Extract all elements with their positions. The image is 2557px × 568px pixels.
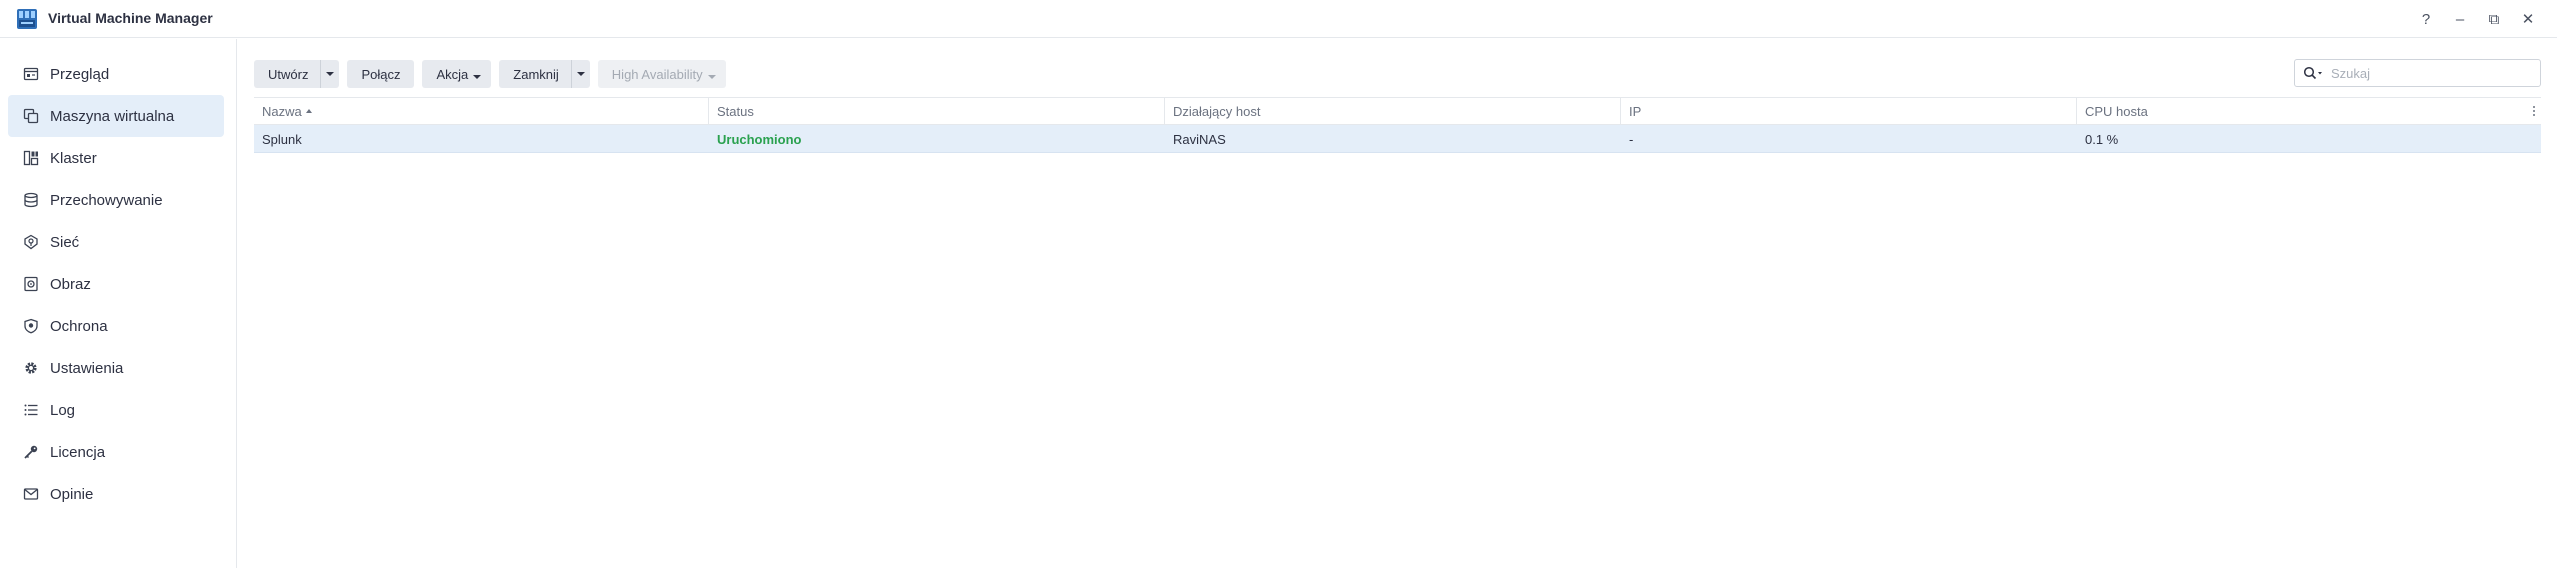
column-options-icon[interactable] <box>2527 98 2541 124</box>
mail-icon <box>22 485 40 503</box>
chevron-down-icon <box>326 72 335 76</box>
shutdown-dropdown-arrow[interactable] <box>572 60 590 88</box>
sidebar: Przegląd Maszyna wirtualna Klaster Przec… <box>0 39 237 568</box>
minimize-icon[interactable]: – <box>2449 8 2471 30</box>
sidebar-item-label: Licencja <box>50 443 106 461</box>
sidebar-item-cluster[interactable]: Klaster <box>8 137 224 179</box>
column-header-label: IP <box>1629 103 1642 119</box>
key-icon <box>22 443 40 461</box>
close-icon[interactable]: ✕ <box>2517 8 2539 30</box>
chevron-down-icon <box>707 74 716 79</box>
cell-name: Splunk <box>262 131 302 147</box>
sidebar-item-label: Obraz <box>50 275 91 293</box>
sidebar-item-protection[interactable]: Ochrona <box>8 305 224 347</box>
restore-icon[interactable]: ⧉ <box>2483 8 2505 30</box>
sidebar-item-log[interactable]: Log <box>8 389 224 431</box>
cell-cpu: 0.1 % <box>2085 131 2119 147</box>
sidebar-item-label: Przechowywanie <box>50 191 163 209</box>
cell-ip: - <box>1629 131 1634 147</box>
sidebar-item-feedback[interactable]: Opinie <box>8 473 224 515</box>
sidebar-item-label: Maszyna wirtualna <box>50 107 175 125</box>
sidebar-item-label: Sieć <box>50 233 80 251</box>
storage-icon <box>22 191 40 209</box>
shield-icon <box>22 317 40 335</box>
column-header-label: CPU hosta <box>2085 103 2148 119</box>
help-icon[interactable]: ? <box>2415 8 2437 30</box>
connect-button[interactable]: Połącz <box>347 60 415 88</box>
search-icon[interactable] <box>2295 66 2331 80</box>
table-header: Nazwa Status Działający host IP CPU host… <box>254 97 2541 125</box>
sidebar-item-label: Przegląd <box>50 65 110 83</box>
app-logo-icon <box>17 9 37 29</box>
sidebar-item-network[interactable]: Sieć <box>8 221 224 263</box>
shutdown-button[interactable]: Zamknij <box>499 60 572 88</box>
shutdown-split-button: Zamknij <box>499 60 590 88</box>
connect-button-label: Połącz <box>361 66 401 82</box>
column-header-status[interactable]: Status <box>709 98 1165 124</box>
search-box <box>2294 59 2541 87</box>
create-split-button: Utwórz <box>254 60 340 88</box>
column-header-label: Status <box>717 103 754 119</box>
vm-table: Nazwa Status Działający host IP CPU host… <box>254 97 2541 153</box>
search-input[interactable] <box>2331 65 2531 81</box>
network-icon <box>22 233 40 251</box>
virtual-machine-icon <box>22 107 40 125</box>
list-icon <box>22 401 40 419</box>
high-availability-label: High Availability <box>611 66 703 82</box>
chevron-down-icon <box>473 74 482 79</box>
sidebar-item-label: Ochrona <box>50 317 108 335</box>
column-header-label: Działający host <box>1173 103 1261 119</box>
sidebar-item-overview[interactable]: Przegląd <box>8 53 224 95</box>
cluster-icon <box>22 149 40 167</box>
table-row[interactable]: Splunk Uruchomiono RaviNAS - 0.1 % <box>254 125 2541 153</box>
high-availability-button[interactable]: High Availability <box>597 60 726 88</box>
title-bar: Virtual Machine Manager ? – ⧉ ✕ <box>0 0 2557 38</box>
gear-icon <box>22 359 40 377</box>
cell-host: RaviNAS <box>1173 131 1226 147</box>
column-header-ip[interactable]: IP <box>1621 98 2077 124</box>
sidebar-item-virtual-machine[interactable]: Maszyna wirtualna <box>8 95 224 137</box>
sidebar-item-license[interactable]: Licencja <box>8 431 224 473</box>
create-button[interactable]: Utwórz <box>254 60 322 88</box>
cell-status: Uruchomiono <box>717 131 802 147</box>
column-header-label: Nazwa <box>262 103 302 119</box>
sidebar-item-label: Opinie <box>50 485 94 503</box>
column-header-name[interactable]: Nazwa <box>254 98 709 124</box>
sidebar-item-label: Ustawienia <box>50 359 124 377</box>
sidebar-item-image[interactable]: Obraz <box>8 263 224 305</box>
image-icon <box>22 275 40 293</box>
chevron-down-icon <box>576 72 585 76</box>
action-button[interactable]: Akcja <box>422 60 492 88</box>
sidebar-item-label: Log <box>50 401 76 419</box>
column-header-cpu[interactable]: CPU hosta <box>2077 98 2541 124</box>
window-title: Virtual Machine Manager <box>48 10 213 26</box>
sort-ascending-icon <box>305 109 312 113</box>
column-header-host[interactable]: Działający host <box>1165 98 1621 124</box>
create-dropdown-arrow[interactable] <box>321 60 339 88</box>
sidebar-item-settings[interactable]: Ustawienia <box>8 347 224 389</box>
sidebar-item-storage[interactable]: Przechowywanie <box>8 179 224 221</box>
toolbar: Utwórz Połącz Akcja Zamknij High Availab… <box>254 60 726 88</box>
action-button-label: Akcja <box>436 66 469 82</box>
sidebar-item-label: Klaster <box>50 149 97 167</box>
overview-icon <box>22 65 40 83</box>
